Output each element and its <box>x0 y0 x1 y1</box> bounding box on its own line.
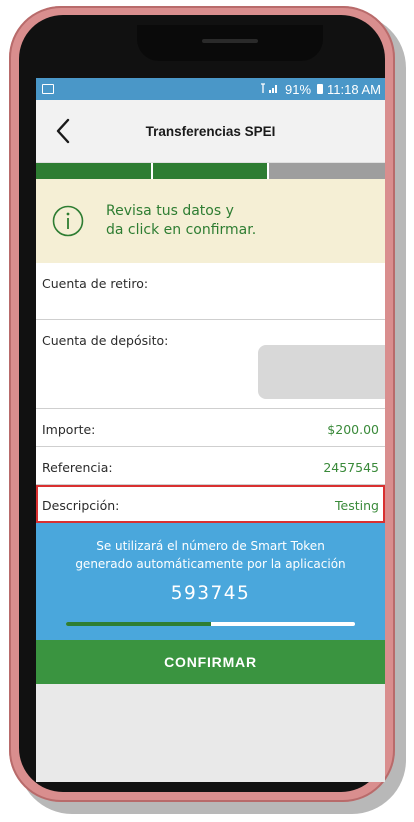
signal-icon <box>259 82 281 97</box>
reference-label: Referencia: <box>42 460 113 475</box>
info-notice: Revisa tus datos y da click en confirmar… <box>36 179 385 263</box>
withdrawal-account-row: Cuenta de retiro: <box>36 263 385 320</box>
info-icon <box>52 205 84 237</box>
deposit-account-row: Cuenta de depósito: <box>36 320 385 409</box>
deposit-account-redacted <box>258 345 385 399</box>
amount-value: $200.00 <box>327 422 379 437</box>
status-right: 91% 11:18 AM <box>259 82 381 97</box>
description-value: Testing <box>335 498 379 513</box>
token-message: Se utilizará el número de Smart Token ge… <box>36 523 385 573</box>
chevron-left-icon <box>56 118 70 144</box>
token-message-line-1: Se utilizará el número de Smart Token <box>96 539 325 553</box>
app-header: Transferencias SPEI <box>36 100 385 163</box>
token-timer-fill <box>66 622 211 626</box>
battery-icon <box>317 84 324 94</box>
phone-notch <box>137 25 323 61</box>
deposit-account-label: Cuenta de depósito: <box>42 333 169 348</box>
notice-line-1: Revisa tus datos y <box>106 203 234 219</box>
clock: 11:18 AM <box>327 81 381 97</box>
token-timer-bar <box>66 622 355 626</box>
speaker-grille <box>202 39 258 43</box>
step-3 <box>269 163 385 179</box>
token-code: 593745 <box>170 583 251 604</box>
back-button[interactable] <box>48 114 78 148</box>
description-label: Descripción: <box>42 498 120 513</box>
battery-percent: 91% <box>285 81 312 97</box>
amount-row: Importe: $200.00 <box>36 409 385 447</box>
step-1 <box>36 163 151 179</box>
token-message-line-2: generado automáticamente por la aplicaci… <box>75 557 346 571</box>
reference-row: Referencia: 2457545 <box>36 447 385 485</box>
status-bar: 91% 11:18 AM <box>36 78 385 100</box>
page-title: Transferencias SPEI <box>145 123 276 139</box>
reference-value: 2457545 <box>323 460 379 475</box>
confirm-button[interactable]: CONFIRMAR <box>36 640 385 684</box>
step-2 <box>153 163 267 179</box>
description-row: Descripción: Testing <box>36 485 385 523</box>
smart-token-panel: Se utilizará el número de Smart Token ge… <box>36 523 385 640</box>
gallery-icon <box>42 84 54 94</box>
withdrawal-account-label: Cuenta de retiro: <box>42 276 149 291</box>
step-progress <box>36 163 385 179</box>
app-screen: 91% 11:18 AM Transferencias SPEI Revisa … <box>36 78 385 782</box>
notice-line-2: da click en confirmar. <box>106 222 257 238</box>
notice-text: Revisa tus datos y da click en confirmar… <box>106 202 256 240</box>
amount-label: Importe: <box>42 422 96 437</box>
